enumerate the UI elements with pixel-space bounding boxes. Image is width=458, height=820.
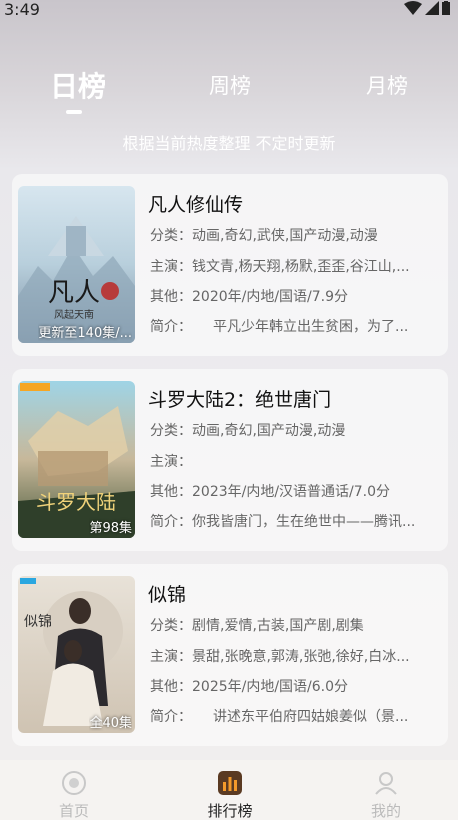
poster-image[interactable]: 凡人 风起天南 更新至140集/... <box>18 186 135 343</box>
ranking-tabs: 日榜 周榜 月榜 <box>0 70 458 110</box>
poster-image[interactable]: 斗罗大陆 第98集 <box>18 381 135 538</box>
episode-badge: 第98集 <box>89 521 132 536</box>
item-intro: 简介：你我皆唐门，生在绝世中——腾讯... <box>150 514 416 530</box>
episode-badge: 全40集 <box>89 716 132 731</box>
tab-monthly[interactable]: 月榜 <box>366 70 408 100</box>
item-title[interactable]: 似锦 <box>148 580 186 607</box>
episode-badge: 更新至140集/... <box>38 326 132 341</box>
nav-ranking[interactable]: 排行榜 <box>190 770 270 820</box>
nav-profile-label: 我的 <box>370 802 401 820</box>
signal-icon <box>425 1 439 15</box>
item-genre: 分类：动画,奇幻,国产动漫,动漫 <box>150 423 346 439</box>
home-icon <box>62 771 86 795</box>
item-genre: 分类：剧情,爱情,古装,国产剧,剧集 <box>150 618 364 634</box>
item-intro: 简介： 平凡少年韩立出生贫困，为了... <box>150 319 409 335</box>
status-time: 3:49 <box>4 0 40 19</box>
nav-profile[interactable]: 我的 <box>346 770 426 820</box>
item-cast: 主演：景甜,张晚意,郭涛,张弛,徐好,白冰... <box>150 649 410 665</box>
item-cast: 主演： <box>150 454 192 470</box>
item-cast: 主演：钱文青,杨天翔,杨默,歪歪,谷江山,... <box>150 259 410 275</box>
tab-indicator <box>66 110 82 114</box>
tab-weekly[interactable]: 周榜 <box>209 70 251 100</box>
wifi-icon <box>404 1 422 15</box>
profile-icon <box>375 772 397 795</box>
poster-image[interactable]: 似锦 全40集 <box>18 576 135 733</box>
svg-text:似锦: 似锦 <box>24 613 52 630</box>
list-item[interactable]: 斗罗大陆 第98集 斗罗大陆2：绝世唐门 分类：动画,奇幻,国产动漫,动漫 主演… <box>12 369 448 551</box>
item-other: 其他：2020年/内地/国语/7.9分 <box>150 289 349 305</box>
ranking-subtitle: 根据当前热度整理 不定时更新 <box>122 134 336 153</box>
item-title[interactable]: 凡人修仙传 <box>148 190 243 217</box>
list-item[interactable]: 似锦 全40集 似锦 分类：剧情,爱情,古装,国产剧,剧集 主演：景甜,张晚意,… <box>12 564 448 746</box>
status-bar: 3:49 <box>0 0 458 20</box>
item-other: 其他：2023年/内地/汉语普通话/7.0分 <box>150 484 391 500</box>
svg-text:凡人: 凡人 <box>48 278 100 308</box>
list-item[interactable]: 凡人 风起天南 更新至140集/... 凡人修仙传 分类：动画,奇幻,武侠,国产… <box>12 174 448 356</box>
item-title[interactable]: 斗罗大陆2：绝世唐门 <box>148 385 331 412</box>
status-icons <box>404 1 450 15</box>
svg-text:斗罗大陆: 斗罗大陆 <box>36 490 116 514</box>
nav-ranking-label: 排行榜 <box>207 802 253 820</box>
nav-home-label: 首页 <box>58 802 89 820</box>
bottom-nav: 首页 排行榜 我的 <box>0 760 458 820</box>
svg-text:风起天南: 风起天南 <box>54 308 94 321</box>
item-intro: 简介： 讲述东平伯府四姑娘姜似（景... <box>150 709 409 725</box>
tab-daily[interactable]: 日榜 <box>50 65 106 105</box>
nav-home[interactable]: 首页 <box>34 770 114 820</box>
item-genre: 分类：动画,奇幻,武侠,国产动漫,动漫 <box>150 228 378 244</box>
ranking-icon <box>218 771 242 795</box>
item-other: 其他：2025年/内地/国语/6.0分 <box>150 679 349 695</box>
battery-icon <box>442 1 450 15</box>
